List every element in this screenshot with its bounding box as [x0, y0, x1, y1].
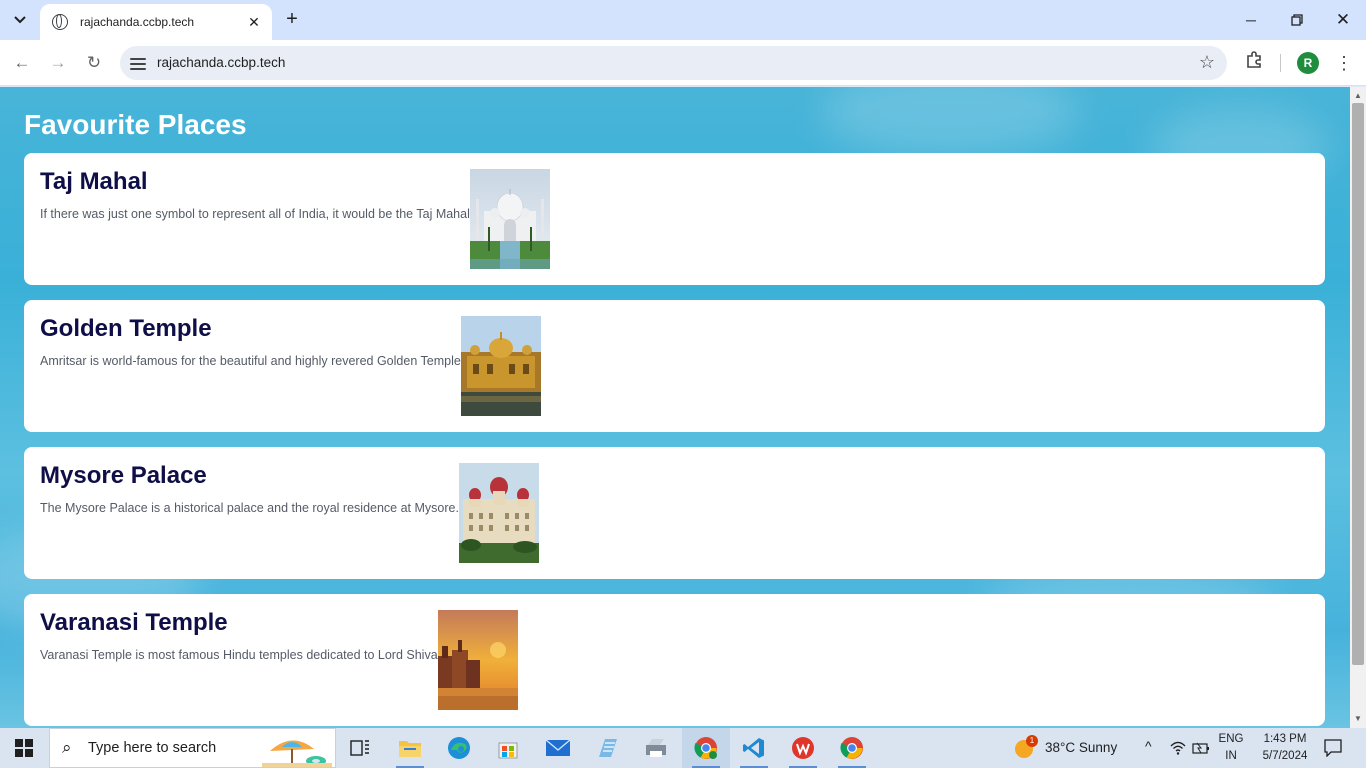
place-card-taj-mahal: Taj Mahal If there was just one symbol t… [24, 153, 1325, 285]
scroll-down-arrow-icon[interactable]: ▼ [1350, 712, 1366, 726]
language-indicator[interactable]: ENG IN [1214, 731, 1248, 765]
place-description: The Mysore Palace is a historical palace… [40, 501, 459, 515]
vscode-icon[interactable] [730, 728, 778, 768]
taskbar-search-placeholder: Type here to search [88, 740, 217, 756]
mysore-palace-image [458, 463, 539, 563]
extensions-puzzle-icon[interactable] [1242, 51, 1266, 75]
scrollbar-thumb[interactable] [1352, 103, 1364, 665]
tab-search-chevron-icon[interactable] [8, 8, 32, 32]
new-tab-plus-icon[interactable]: + [280, 8, 304, 32]
bookmark-star-icon[interactable]: ☆ [1199, 52, 1215, 73]
browser-tab[interactable]: rajachanda.ccbp.tech ✕ [40, 4, 272, 40]
weather-sun-icon[interactable]: 1 [1014, 735, 1038, 759]
place-card-varanasi-temple: Varanasi Temple Varanasi Temple is most … [24, 594, 1325, 726]
language-code: ENG [1218, 733, 1244, 745]
tray-chevron-up-icon[interactable]: ^ [1145, 738, 1152, 754]
tab-close-icon[interactable]: ✕ [246, 14, 262, 31]
chrome-active-icon[interactable] [682, 728, 730, 768]
search-icon: ⌕ [62, 738, 72, 757]
address-bar[interactable]: rajachanda.ccbp.tech ☆ [120, 46, 1227, 80]
clock-time: 1:43 PM [1263, 733, 1307, 745]
close-window-icon[interactable]: ✕ [1320, 6, 1366, 34]
weather-text[interactable]: 38°C Sunny [1045, 740, 1117, 755]
microsoft-store-icon[interactable] [484, 728, 532, 768]
restore-icon[interactable] [1274, 6, 1320, 34]
printer-app-icon[interactable] [632, 728, 680, 768]
minimize-icon[interactable]: ─ [1228, 6, 1274, 34]
forward-arrow-icon[interactable]: → [44, 49, 72, 77]
scroll-up-arrow-icon[interactable]: ▲ [1350, 89, 1366, 103]
varanasi-temple-image [437, 610, 518, 710]
place-name: Varanasi Temple [40, 609, 228, 636]
chrome-icon[interactable] [828, 728, 876, 768]
place-description: Amritsar is world-famous for the beautif… [40, 354, 461, 368]
place-card-mysore-palace: Mysore Palace The Mysore Palace is a his… [24, 447, 1325, 579]
notes-app-icon[interactable] [583, 728, 631, 768]
wps-office-icon[interactable] [779, 728, 827, 768]
place-name: Golden Temple [40, 315, 212, 342]
taskbar-clock[interactable]: 1:43 PM 5/7/2024 [1252, 731, 1318, 765]
page-scrollbar[interactable]: ▲ ▼ [1350, 87, 1366, 728]
place-card-golden-temple: Golden Temple Amritsar is world-famous f… [24, 300, 1325, 432]
sky-cloud [820, 87, 1080, 157]
file-explorer-icon[interactable] [386, 728, 434, 768]
place-name: Mysore Palace [40, 462, 207, 489]
windows-start-icon[interactable] [0, 728, 48, 768]
back-arrow-icon[interactable]: ← [8, 49, 36, 77]
taj-mahal-image [469, 169, 550, 269]
place-description: If there was just one symbol to represen… [40, 207, 470, 221]
windows-taskbar: ⌕ Type here to search 1 38°C Sunny ^ ENG… [0, 728, 1366, 768]
place-description: Varanasi Temple is most famous Hindu tem… [40, 648, 438, 662]
profile-avatar[interactable]: R [1297, 52, 1319, 74]
browser-toolbar: ← → ↻ rajachanda.ccbp.tech ☆ R ⋮ [0, 40, 1366, 86]
tab-strip: rajachanda.ccbp.tech ✕ + ─ ✕ [0, 0, 1366, 40]
toolbar-divider [1280, 54, 1281, 72]
kebab-menu-icon[interactable]: ⋮ [1334, 50, 1354, 76]
region-code: IN [1225, 750, 1237, 762]
page-viewport: Favourite Places Taj Mahal If there was … [0, 87, 1350, 728]
reload-icon[interactable]: ↻ [80, 49, 108, 77]
edge-browser-icon[interactable] [435, 728, 483, 768]
tab-title: rajachanda.ccbp.tech [80, 15, 195, 29]
mail-icon[interactable] [534, 728, 582, 768]
taskbar-search-box[interactable]: ⌕ Type here to search [49, 728, 336, 768]
place-name: Taj Mahal [40, 168, 148, 195]
site-info-tune-icon[interactable] [130, 55, 146, 71]
weather-badge: 1 [1026, 735, 1038, 747]
task-view-icon[interactable] [336, 728, 384, 768]
battery-icon[interactable] [1192, 741, 1210, 755]
clock-date: 5/7/2024 [1262, 750, 1308, 762]
page-title: Favourite Places [24, 109, 247, 140]
notifications-icon[interactable] [1324, 739, 1342, 757]
search-highlight-beach-icon [262, 740, 332, 767]
address-url[interactable]: rajachanda.ccbp.tech [157, 55, 285, 70]
wifi-icon[interactable] [1170, 741, 1186, 755]
golden-temple-image [460, 316, 541, 416]
site-globe-icon [52, 14, 68, 30]
